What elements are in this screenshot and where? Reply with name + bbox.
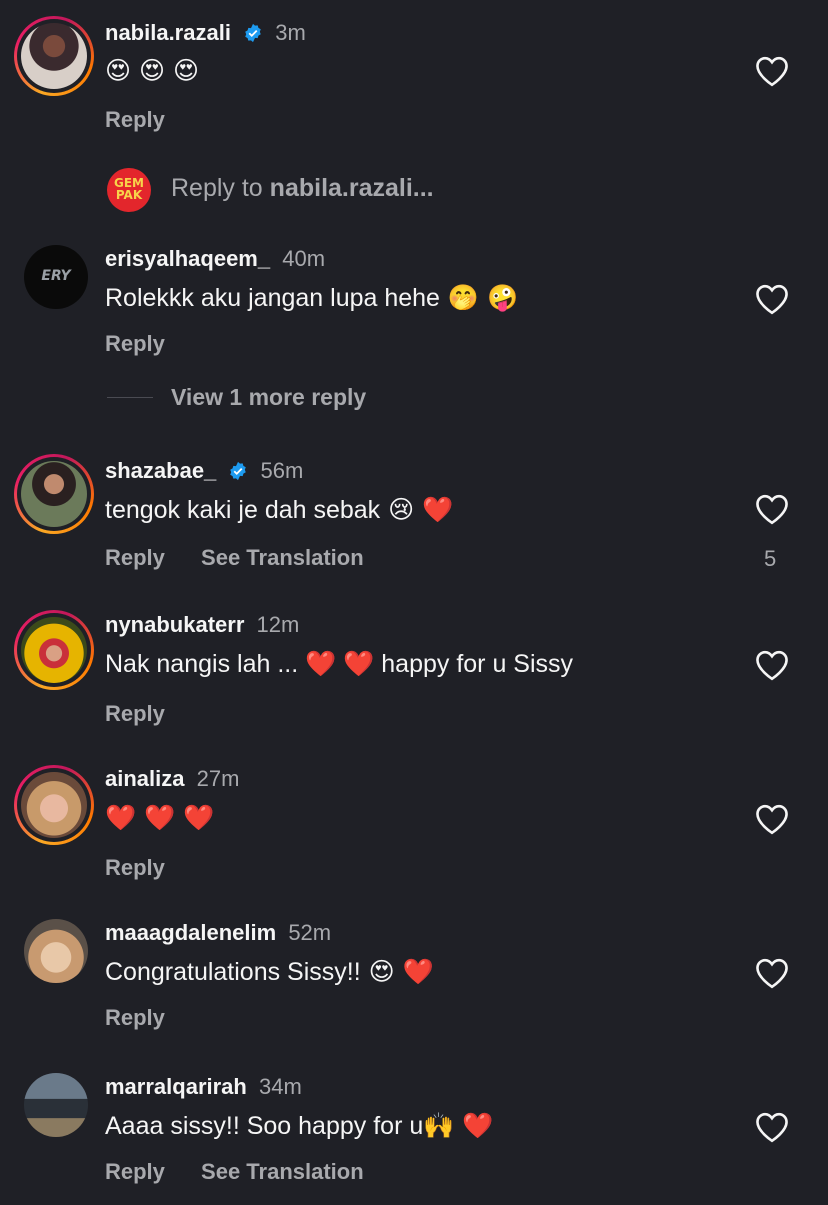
timestamp: 52m (288, 920, 332, 945)
avatar[interactable] (21, 461, 87, 527)
like-heart-icon[interactable] (754, 649, 790, 681)
like-heart-icon[interactable] (754, 55, 790, 87)
avatar[interactable] (24, 919, 88, 983)
comment-body: Aaaa sissy!! Soo happy for u (105, 1112, 424, 1140)
comment-emoji: 🤭 🤪 (439, 283, 519, 312)
view-more-label[interactable]: View 1 more reply (171, 384, 366, 411)
like-heart-icon[interactable] (754, 283, 790, 315)
avatar[interactable]: ERY (24, 245, 88, 309)
reply-to-target: nabila.razali... (269, 174, 434, 202)
username[interactable]: marralqarirah (105, 1074, 247, 1099)
comment-emoji: 😢 ❤️ (380, 495, 454, 524)
comment-emoji: 😍 ❤️ (360, 957, 434, 986)
story-ring[interactable] (14, 16, 94, 96)
avatar[interactable] (21, 617, 87, 683)
reply-button[interactable]: Reply (105, 701, 165, 726)
see-translation-button[interactable]: See Translation (201, 1159, 364, 1184)
reply-button[interactable]: Reply (105, 107, 165, 132)
username[interactable]: nynabukaterr (105, 612, 244, 637)
username[interactable]: ainaliza (105, 766, 184, 791)
comment-body: Rolekkk aku jangan lupa hehe (105, 284, 440, 312)
comment-text: Congratulations Sissy!! 😍 ❤️ (105, 956, 434, 988)
reply-to-prompt[interactable]: Reply to nabila.razali... (171, 174, 434, 203)
story-ring[interactable] (14, 610, 94, 690)
username[interactable]: shazabae_ (105, 458, 216, 483)
story-ring[interactable] (14, 765, 94, 845)
like-heart-icon[interactable] (754, 493, 790, 525)
comment-text: Rolekkk aku jangan lupa hehe 🤭 🤪 (105, 282, 518, 314)
reply-to-prefix: Reply to (171, 174, 270, 202)
timestamp: 12m (256, 612, 300, 637)
reply-button[interactable]: Reply (105, 1005, 165, 1030)
see-translation-button[interactable]: See Translation (201, 545, 364, 570)
comment-text: Nak nangis lah ... ❤️ ❤️ happy for u Sis… (105, 650, 574, 678)
timestamp: 56m (260, 458, 304, 483)
comment-emoji: 🙌 ❤️ (423, 1111, 494, 1140)
username[interactable]: erisyalhaqeem_ (105, 246, 270, 271)
reply-button[interactable]: Reply (105, 545, 165, 570)
story-ring[interactable] (14, 454, 94, 534)
verified-badge-icon (230, 461, 247, 481)
comment-text: tengok kaki je dah sebak 😢 ❤️ (105, 494, 453, 526)
like-count: 5 (764, 546, 777, 571)
timestamp: 40m (282, 246, 326, 271)
avatar-logo-text: ERY (41, 268, 71, 284)
like-heart-icon[interactable] (754, 1111, 790, 1143)
verified-badge-icon (245, 23, 261, 43)
username[interactable]: nabila.razali (105, 20, 231, 45)
like-heart-icon[interactable] (754, 803, 790, 835)
avatar[interactable] (21, 23, 87, 89)
reply-button[interactable]: Reply (105, 855, 165, 880)
thread-divider (107, 397, 153, 398)
avatar[interactable] (24, 1073, 88, 1137)
avatar[interactable] (21, 772, 87, 838)
comment-text: 😍 😍 😍 (105, 56, 200, 85)
comment-text: Aaaa sissy!! Soo happy for u🙌 ❤️ (105, 1110, 493, 1142)
timestamp: 27m (196, 766, 240, 791)
reply-button[interactable]: Reply (105, 331, 165, 356)
reply-button[interactable]: Reply (105, 1159, 165, 1184)
timestamp: 34m (258, 1074, 302, 1099)
comment-body: tengok kaki je dah sebak (105, 496, 381, 524)
current-user-avatar: GEM PAK (107, 168, 151, 212)
comment-body: Congratulations Sissy!! (105, 958, 361, 986)
timestamp: 3m (275, 20, 306, 45)
like-heart-icon[interactable] (754, 957, 790, 989)
comment-text: ❤️ ❤️ ❤️ (105, 803, 215, 832)
username[interactable]: maaagdalenelim (105, 920, 276, 945)
